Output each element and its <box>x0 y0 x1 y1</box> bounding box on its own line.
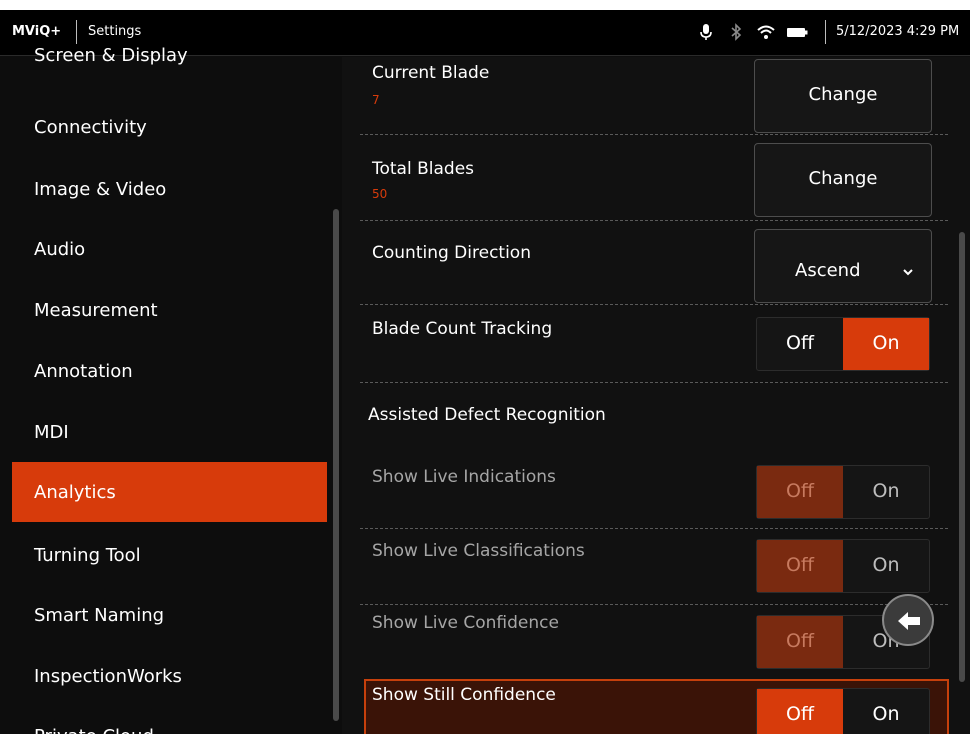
arrow-left-icon <box>898 612 920 630</box>
total-blades-row: Total Blades 50 Change <box>360 137 948 221</box>
sidebar-item-label: Screen & Display <box>34 45 188 66</box>
toggle-off-option[interactable]: Off <box>757 466 843 518</box>
counting-direction-select[interactable]: Ascend <box>754 229 932 303</box>
counting-direction-value: Ascend <box>795 260 861 281</box>
sidebar-item-label: Turning Tool <box>34 545 141 566</box>
analytics-settings-panel: Current Blade 7 Change Total Blades 50 C… <box>342 57 970 734</box>
datetime: 5/12/2023 4:29 PM <box>836 24 960 39</box>
sidebar-item-inspectionworks[interactable]: InspectionWorks <box>12 648 327 708</box>
show-live-classifications-title: Show Live Classifications <box>372 541 585 561</box>
sidebar-item-label: Private Cloud <box>34 726 154 734</box>
show-still-confidence-toggle[interactable]: Off On <box>756 688 930 734</box>
current-blade-value: 7 <box>372 93 380 107</box>
show-still-confidence-title: Show Still Confidence <box>372 685 556 705</box>
sidebar-item-connectivity[interactable]: Connectivity <box>12 99 327 159</box>
chevron-down-icon <box>901 264 915 278</box>
sidebar-item-label: MDI <box>34 422 69 443</box>
sidebar-item-label: Measurement <box>34 300 158 321</box>
battery-icon <box>785 22 811 42</box>
sidebar-item-label: Audio <box>34 239 86 260</box>
microphone-icon <box>696 22 716 42</box>
toggle-off-option[interactable]: Off <box>757 318 843 370</box>
change-button-label: Change <box>808 84 878 105</box>
toggle-off-option[interactable]: Off <box>757 689 843 734</box>
show-live-indications-row: Show Live Indications Off On <box>360 455 948 529</box>
settings-screen: MViQ+ Settings 5/12/2023 4:29 PM Screen … <box>0 10 970 734</box>
show-live-confidence-row: Show Live Confidence Off On <box>360 605 948 677</box>
status-divider <box>825 20 826 44</box>
sidebar-item-image-video[interactable]: Image & Video <box>12 161 327 221</box>
current-blade-row: Current Blade 7 Change <box>360 57 948 135</box>
show-live-indications-title: Show Live Indications <box>372 467 556 487</box>
sidebar-item-measurement[interactable]: Measurement <box>12 282 327 342</box>
sidebar-item-annotation[interactable]: Annotation <box>12 343 327 403</box>
sidebar-item-analytics[interactable]: Analytics <box>12 462 327 522</box>
total-blades-value: 50 <box>372 187 388 201</box>
show-live-classifications-toggle[interactable]: Off On <box>756 539 930 593</box>
total-blades-title: Total Blades <box>372 159 475 179</box>
show-live-confidence-title: Show Live Confidence <box>372 613 559 633</box>
main-scrollbar[interactable] <box>959 232 965 682</box>
counting-direction-row: Counting Direction Ascend <box>360 223 948 305</box>
current-blade-title: Current Blade <box>372 63 490 83</box>
sidebar-item-mdi[interactable]: MDI <box>12 404 327 464</box>
sidebar-item-label: Analytics <box>34 482 116 503</box>
toggle-on-option[interactable]: On <box>843 540 929 592</box>
sidebar-item-label: Smart Naming <box>34 605 165 626</box>
sidebar-item-label: Annotation <box>34 361 133 382</box>
adr-section-title: Assisted Defect Recognition <box>368 405 606 425</box>
sidebar-item-label: InspectionWorks <box>34 666 182 687</box>
change-total-blades-button[interactable]: Change <box>754 143 932 217</box>
sidebar-item-smart-naming[interactable]: Smart Naming <box>12 587 327 647</box>
toggle-on-option[interactable]: On <box>843 466 929 518</box>
toggle-off-option[interactable]: Off <box>757 616 843 668</box>
blade-count-tracking-row: Blade Count Tracking Off On <box>360 307 948 383</box>
sidebar-item-turning-tool[interactable]: Turning Tool <box>12 527 327 587</box>
show-live-indications-toggle[interactable]: Off On <box>756 465 930 519</box>
toggle-off-option[interactable]: Off <box>757 540 843 592</box>
counting-direction-title: Counting Direction <box>372 243 531 263</box>
show-live-classifications-row: Show Live Classifications Off On <box>360 529 948 605</box>
back-arrow-button[interactable] <box>882 594 934 646</box>
sidebar-item-label: Connectivity <box>34 117 147 138</box>
blade-count-tracking-title: Blade Count Tracking <box>372 319 553 339</box>
change-button-label: Change <box>808 168 878 189</box>
toggle-on-option[interactable]: On <box>843 318 929 370</box>
bluetooth-icon <box>726 22 746 42</box>
sidebar-item-label: Image & Video <box>34 179 167 200</box>
show-still-confidence-row[interactable]: Show Still Confidence Off On <box>364 679 949 734</box>
sidebar-item-audio[interactable]: Audio <box>12 221 327 281</box>
toggle-on-option[interactable]: On <box>843 689 929 734</box>
adr-section-header: Assisted Defect Recognition <box>360 385 948 455</box>
sidebar-item-screen-display[interactable]: Screen & Display <box>12 27 327 87</box>
blade-count-tracking-toggle[interactable]: Off On <box>756 317 930 371</box>
change-current-blade-button[interactable]: Change <box>754 59 932 133</box>
settings-sidebar: Screen & Display Connectivity Image & Vi… <box>0 45 342 734</box>
sidebar-scrollbar[interactable] <box>333 209 339 721</box>
wifi-icon <box>756 22 776 42</box>
sidebar-item-private-cloud[interactable]: Private Cloud <box>12 708 327 734</box>
